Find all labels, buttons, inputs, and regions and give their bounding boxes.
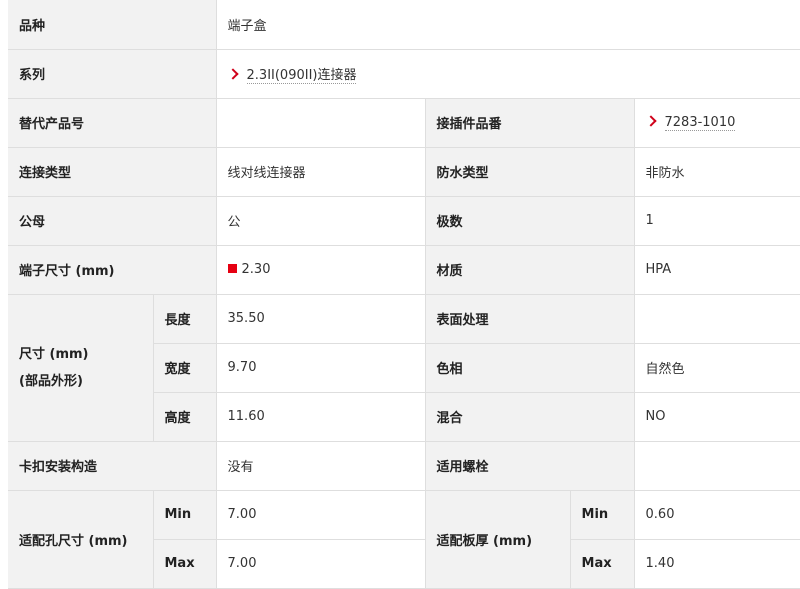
series-label: 系列 bbox=[8, 49, 217, 99]
length-label: 長度 bbox=[153, 294, 217, 344]
material-label: 材质 bbox=[425, 245, 635, 295]
alt-product-label: 替代产品号 bbox=[8, 98, 217, 148]
hole-min-label: Min bbox=[153, 490, 217, 540]
terminal-size-value: 2.30 bbox=[241, 262, 271, 277]
row-hole-min: 适配孔尺寸 (mm) Min 7.00 适配板厚 (mm) Min 0.60 bbox=[8, 490, 800, 589]
surface-treatment-value bbox=[634, 294, 800, 344]
series-cell: 2.3II(090II)连接器 bbox=[216, 49, 800, 99]
height-value: 11.60 bbox=[216, 392, 426, 442]
surface-treatment-label: 表面处理 bbox=[425, 294, 635, 344]
terminal-size-cell: 2.30 bbox=[216, 245, 426, 295]
dimensions-label-line1: 尺寸 (mm) bbox=[19, 346, 89, 362]
waterproof-type-label: 防水类型 bbox=[425, 147, 635, 197]
mating-part-link[interactable]: 7283-1010 bbox=[664, 115, 736, 131]
series-link[interactable]: 2.3II(090II)连接器 bbox=[246, 68, 357, 84]
hole-min-value: 7.00 bbox=[216, 490, 426, 540]
row-variety: 品种 端子盒 bbox=[8, 0, 800, 50]
panel-max-value: 1.40 bbox=[634, 539, 800, 589]
poles-value: 1 bbox=[634, 196, 800, 246]
height-label: 高度 bbox=[153, 392, 217, 442]
clip-structure-label: 卡扣安装构造 bbox=[8, 441, 217, 491]
row-alt-product: 替代产品号 接插件品番 7283-1010 bbox=[8, 98, 800, 148]
alt-product-value bbox=[216, 98, 426, 148]
dimensions-label: 尺寸 (mm) (部品外形) bbox=[8, 294, 154, 442]
terminal-size-label: 端子尺寸 (mm) bbox=[8, 245, 217, 295]
waterproof-type-value: 非防水 bbox=[634, 147, 800, 197]
row-dimension-length: 尺寸 (mm) (部品外形) 長度 35.50 表面处理 bbox=[8, 294, 800, 442]
hue-value: 自然色 bbox=[634, 343, 800, 393]
dimensions-label-line2: (部品外形) bbox=[19, 373, 83, 389]
gender-value: 公 bbox=[216, 196, 426, 246]
mixed-value: NO bbox=[634, 392, 800, 442]
variety-label: 品种 bbox=[8, 0, 217, 50]
hue-label: 色相 bbox=[425, 343, 635, 393]
mating-part-cell: 7283-1010 bbox=[634, 98, 800, 148]
variety-value: 端子盒 bbox=[216, 0, 800, 50]
row-series: 系列 2.3II(090II)连接器 bbox=[8, 49, 800, 99]
row-terminal-size: 端子尺寸 (mm) 2.30 材质 HPA bbox=[8, 245, 800, 295]
width-value: 9.70 bbox=[216, 343, 426, 393]
bolt-label: 适用螺栓 bbox=[425, 441, 635, 491]
connection-type-value: 线对线连接器 bbox=[216, 147, 426, 197]
bolt-value bbox=[634, 441, 800, 491]
material-value: HPA bbox=[634, 245, 800, 295]
row-gender: 公母 公 极数 1 bbox=[8, 196, 800, 246]
chevron-right-icon bbox=[644, 115, 657, 127]
chevron-right-icon bbox=[226, 68, 239, 80]
panel-max-label: Max bbox=[570, 539, 635, 589]
gender-label: 公母 bbox=[8, 196, 217, 246]
row-connection-type: 连接类型 线对线连接器 防水类型 非防水 bbox=[8, 147, 800, 197]
hole-max-value: 7.00 bbox=[216, 539, 426, 589]
red-square-icon bbox=[227, 264, 237, 273]
connection-type-label: 连接类型 bbox=[8, 147, 217, 197]
poles-label: 极数 bbox=[425, 196, 635, 246]
panel-min-label: Min bbox=[570, 490, 635, 540]
hole-size-label: 适配孔尺寸 (mm) bbox=[8, 490, 154, 589]
panel-thickness-label: 适配板厚 (mm) bbox=[425, 490, 571, 589]
panel-min-value: 0.60 bbox=[634, 490, 800, 540]
row-clip-structure: 卡扣安装构造 没有 适用螺栓 bbox=[8, 441, 800, 491]
spec-table: 品种 端子盒 系列 2.3II(090II)连接器 替代产品号 接插件品番 72… bbox=[8, 0, 800, 589]
clip-structure-value: 没有 bbox=[216, 441, 426, 491]
hole-max-label: Max bbox=[153, 539, 217, 589]
width-label: 宽度 bbox=[153, 343, 217, 393]
mixed-label: 混合 bbox=[425, 392, 635, 442]
length-value: 35.50 bbox=[216, 294, 426, 344]
mating-part-label: 接插件品番 bbox=[425, 98, 635, 148]
